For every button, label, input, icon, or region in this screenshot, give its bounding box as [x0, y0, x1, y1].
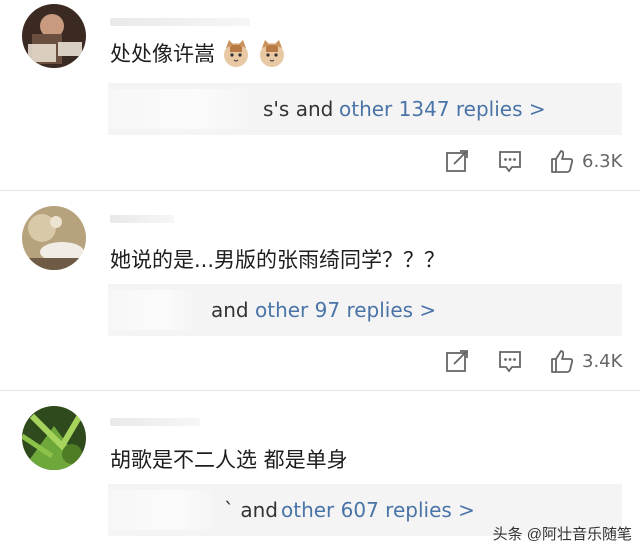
like-icon[interactable] — [549, 348, 575, 374]
username[interactable] — [110, 18, 250, 26]
share-icon[interactable] — [444, 348, 470, 374]
username[interactable] — [110, 418, 200, 426]
divider — [0, 190, 640, 191]
divider — [0, 390, 640, 391]
comment-text: 胡歌是不二人选 都是单身 — [110, 448, 348, 472]
avatar[interactable] — [22, 206, 86, 270]
share-icon[interactable] — [444, 148, 470, 174]
comment-actions: 6.3K — [0, 148, 640, 178]
view-replies-link[interactable]: other 607 replies > — [281, 498, 475, 522]
watermark: 头条 @阿壮音乐随笔 — [492, 526, 632, 543]
comment-icon[interactable] — [497, 148, 523, 174]
avatar[interactable] — [22, 406, 86, 470]
replies-box[interactable]: s's and other 1347 replies > — [108, 83, 622, 135]
reply-prefix: s's and — [263, 97, 334, 121]
username[interactable] — [110, 215, 174, 223]
comment-text: 她说的是...男版的张雨绮同学？？？ — [110, 248, 446, 272]
view-replies-link[interactable]: other 97 replies > — [255, 298, 436, 322]
avatar[interactable] — [22, 4, 86, 68]
like-count: 6.3K — [582, 151, 623, 172]
reply-prefix: and — [211, 298, 249, 322]
like-count: 3.4K — [582, 351, 623, 372]
replies-box[interactable]: and other 97 replies > — [108, 284, 622, 336]
comment-actions: 3.4K — [0, 348, 640, 378]
like-icon[interactable] — [549, 148, 575, 174]
comment-icon[interactable] — [497, 348, 523, 374]
comment-text: 处处像许嵩 — [110, 38, 287, 68]
view-replies-link[interactable]: other 1347 replies > — [339, 97, 546, 121]
cat-emoji-icon — [224, 40, 248, 67]
cat-emoji-icon — [260, 40, 284, 67]
reply-prefix: ` and — [224, 498, 278, 522]
